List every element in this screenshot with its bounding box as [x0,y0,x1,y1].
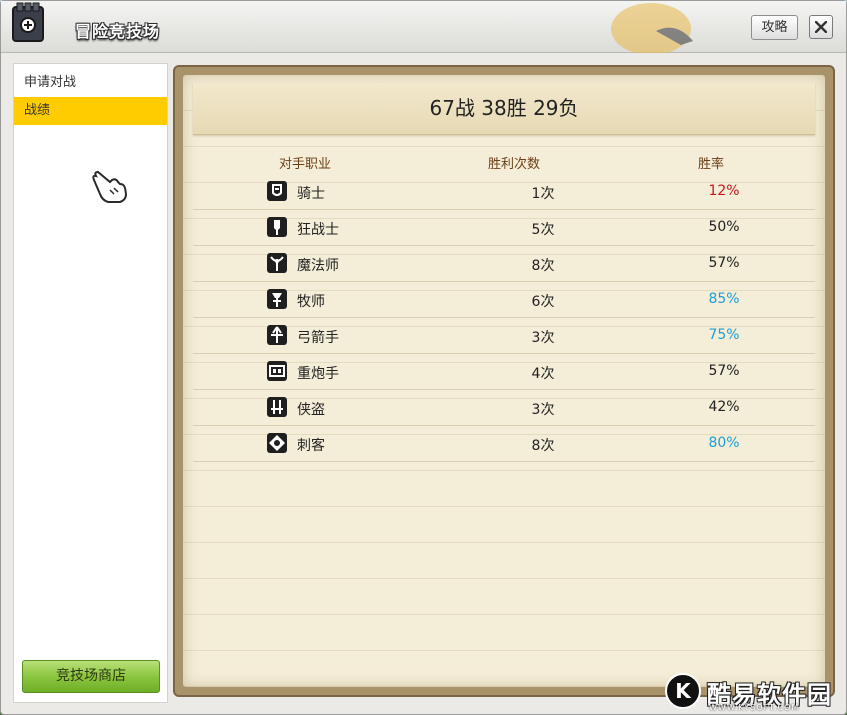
guide-button[interactable]: 攻略 [751,15,798,40]
win-count: 6次 [531,294,555,310]
win-count: 8次 [531,258,555,274]
win-rate: 42% [708,399,740,415]
site-watermark: K 酷易软件园 WWW.KYSOFT.COM [665,669,845,715]
job-name: 刺客 [297,438,325,454]
win-rate: 75% [708,327,740,343]
cannoneer-icon [267,361,287,381]
archer-icon [267,325,287,345]
win-count: 4次 [531,366,555,382]
win-count: 5次 [531,222,555,238]
close-icon [815,21,827,33]
win-count: 1次 [531,186,555,202]
table-row: 侠盗 3次 42% [193,390,815,426]
job-name: 牧师 [297,294,325,310]
battle-summary: 67战 38胜 29负 [193,83,815,135]
window-title: 冒险竞技场 [75,22,161,41]
background-decoration [601,1,701,55]
sidebar-item-record[interactable]: 战绩 [14,97,167,125]
header-wins: 胜利次数 [488,157,541,172]
record-panel: 67战 38胜 29负 对手职业 胜利次数 胜率 骑士 1次 12% 狂战士 5… [173,65,835,697]
watermark-url: WWW.KYSOFT.COM [709,703,800,712]
knight-icon [267,181,287,201]
win-rate: 50% [708,219,740,235]
priest-icon [267,289,287,309]
arena-window: 冒险竞技场 攻略 申请对战 战绩 竞技场商店 67战 38胜 29负 对手职业 … [0,0,847,715]
win-rate: 57% [708,255,740,271]
table-row: 骑士 1次 12% [193,174,815,210]
arena-shop-button[interactable]: 竞技场商店 [22,660,160,693]
mage-icon [267,253,287,273]
watermark-logo-icon: K [665,673,701,709]
job-name: 侠盗 [297,402,325,418]
win-rate: 80% [708,435,740,451]
job-name: 骑士 [297,186,325,202]
close-button[interactable] [809,15,833,39]
job-name: 弓箭手 [297,330,339,346]
win-rate: 12% [708,183,740,199]
table-row: 重炮手 4次 57% [193,354,815,390]
header-opponent-job: 对手职业 [279,157,332,172]
win-rate: 85% [708,291,740,307]
job-name: 魔法师 [297,258,339,274]
sidebar-item-apply-battle[interactable]: 申请对战 [14,69,167,97]
win-count: 3次 [531,330,555,346]
hand-cursor-icon [90,166,130,210]
title-bar[interactable]: 冒险竞技场 攻略 [1,1,846,55]
win-count: 3次 [531,402,555,418]
job-name: 重炮手 [297,366,339,382]
table-row: 牧师 6次 85% [193,282,815,318]
sidebar: 申请对战 战绩 竞技场商店 [13,63,168,703]
table-row: 刺客 8次 80% [193,426,815,462]
assassin-icon [267,433,287,453]
win-count: 8次 [531,438,555,454]
table-row: 狂战士 5次 50% [193,210,815,246]
header-win-rate: 胜率 [698,157,725,172]
thief-icon [267,397,287,417]
berserker-icon [267,217,287,237]
record-paper: 67战 38胜 29负 对手职业 胜利次数 胜率 骑士 1次 12% 狂战士 5… [183,75,825,687]
arena-emblem-icon [5,1,51,47]
win-rate: 57% [708,363,740,379]
job-name: 狂战士 [297,222,339,238]
table-row: 魔法师 8次 57% [193,246,815,282]
table-row: 弓箭手 3次 75% [193,318,815,354]
